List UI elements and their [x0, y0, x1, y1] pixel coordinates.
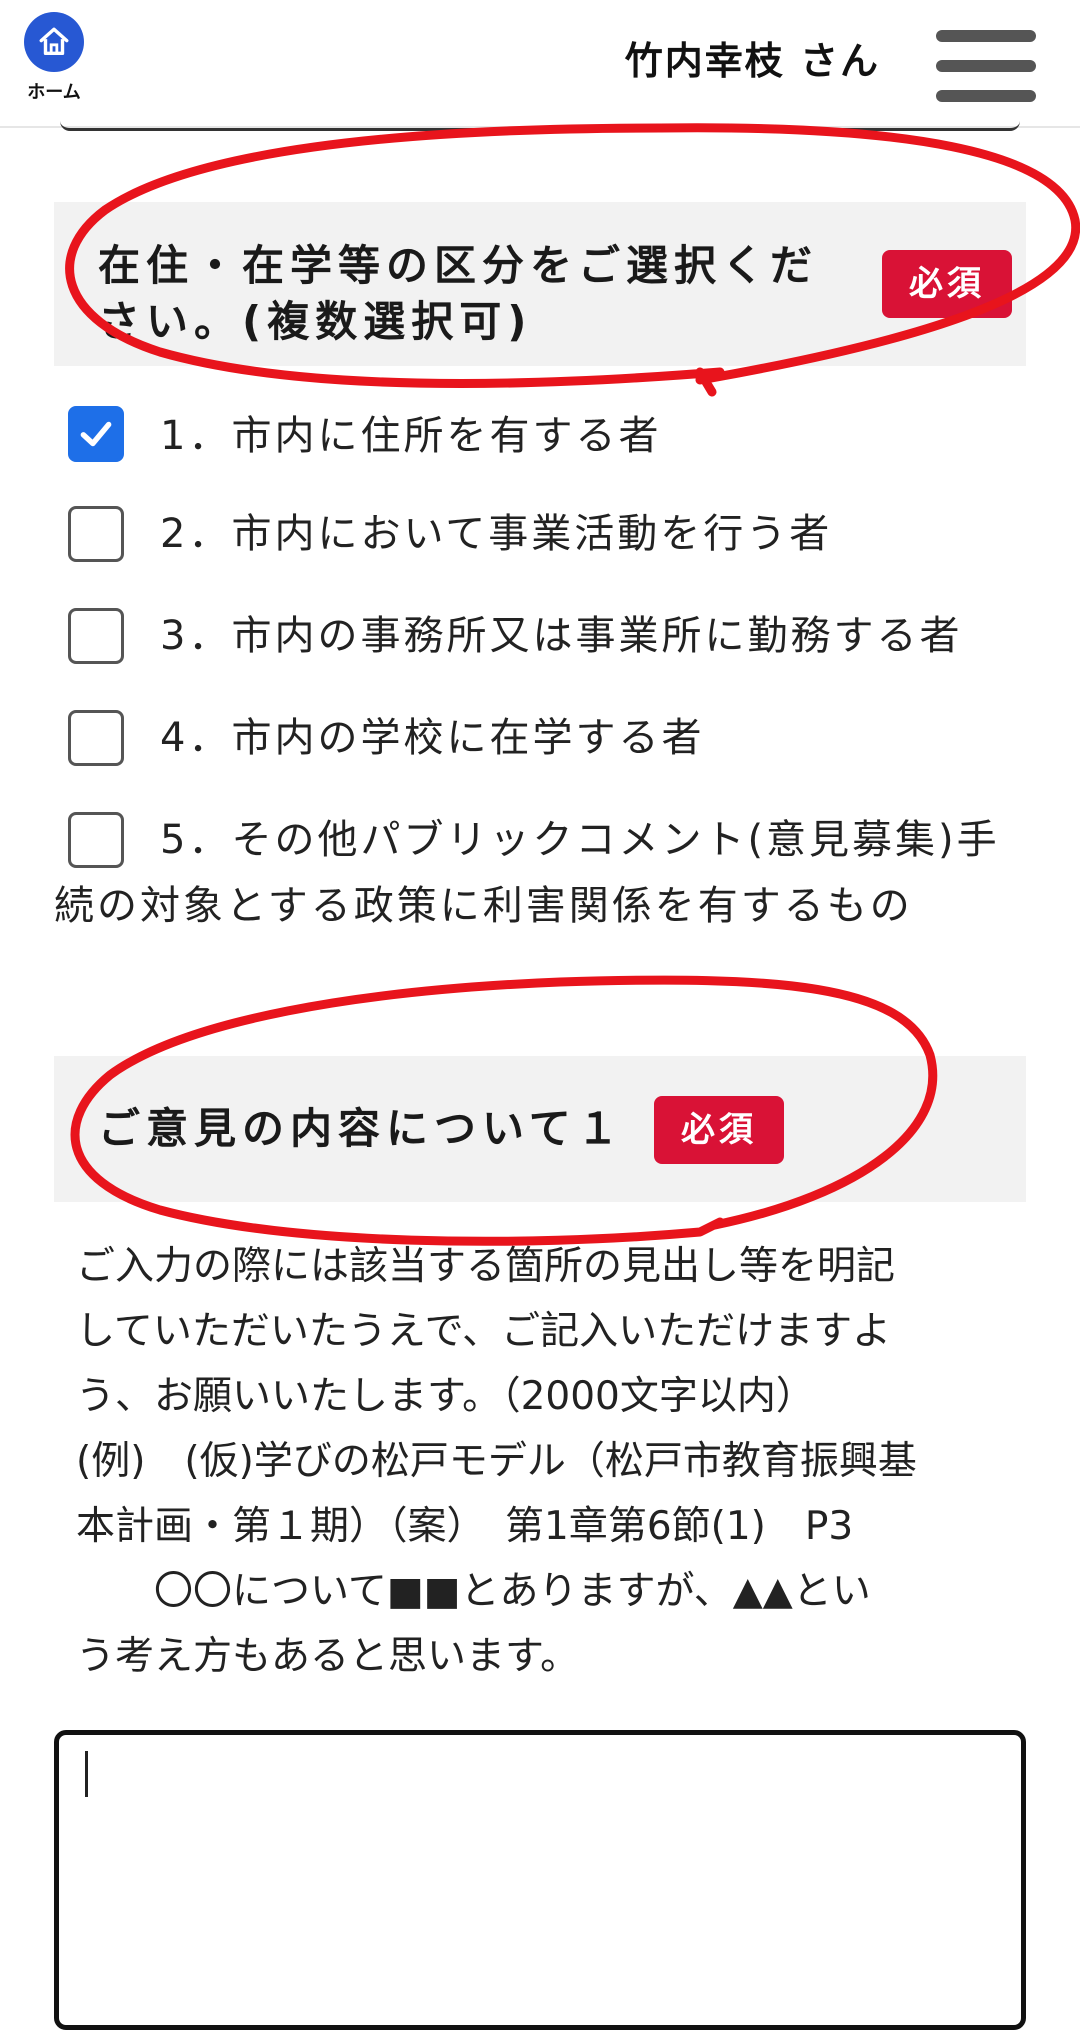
description-line: 〇〇について■■とありますが、▲▲とい	[76, 1569, 871, 1614]
option-label: 2．市内において事業活動を行う者	[160, 511, 833, 557]
question-title-line2: さい。(複数選択可)	[98, 297, 533, 346]
home-button[interactable]: ホーム	[16, 12, 92, 103]
description-line: していただいたうえで、ご記入いただけますよ	[76, 1309, 892, 1354]
checkbox[interactable]	[68, 812, 124, 868]
checkbox-checked[interactable]	[68, 406, 124, 462]
checkbox[interactable]	[68, 506, 124, 562]
option-label: 5．その他パブリックコメント(意見募集)手	[160, 817, 1000, 863]
question-title: 在住・在学等の区分をご選択くだ さい。(複数選択可)	[98, 238, 898, 350]
hamburger-menu-icon[interactable]	[936, 30, 1036, 104]
description-line: う考え方もあると思います。	[76, 1634, 580, 1679]
description-line: (例) (仮)学びの松戸モデル（松戸市教育振興基	[76, 1439, 917, 1484]
description-line: ご入力の際には該当する箇所の見出し等を明記	[76, 1244, 896, 1289]
option-label-continued: 続の対象とする政策に利害関係を有するもの	[54, 883, 913, 929]
option-label: 3．市内の事務所又は事業所に勤務する者	[160, 613, 963, 659]
required-badge: 必須	[882, 250, 1012, 318]
previous-field-bottom-edge	[60, 112, 1020, 131]
checkbox[interactable]	[68, 710, 124, 766]
check-icon	[80, 421, 112, 447]
user-name: 竹内幸枝 さん	[624, 39, 880, 83]
text-caret	[85, 1751, 88, 1797]
required-badge: 必須	[654, 1096, 784, 1164]
question-description: ご入力の際には該当する箇所の見出し等を明記 していただいたうえで、ご記入いただけ…	[76, 1234, 1016, 1689]
option-label: 1．市内に住所を有する者	[160, 413, 662, 459]
question-title-line1: 在住・在学等の区分をご選択くだ	[98, 241, 819, 290]
checkbox[interactable]	[68, 608, 124, 664]
question-residency-heading: 在住・在学等の区分をご選択くだ さい。(複数選択可) 必須	[54, 202, 1026, 366]
home-icon	[24, 12, 84, 72]
question-title: ご意見の内容について１	[98, 1104, 625, 1153]
app-header: ホーム 竹内幸枝 さん	[0, 0, 1080, 131]
description-line: う、お願いいたします。（2000文字以内）	[76, 1374, 815, 1419]
home-label: ホーム	[27, 82, 81, 103]
opinion-textarea[interactable]	[54, 1730, 1026, 2030]
description-line: 本計画・第１期）（案） 第1章第6節(1) P3	[76, 1504, 854, 1549]
question-opinion-heading: ご意見の内容について１ 必須	[54, 1056, 1026, 1202]
option-label: 4．市内の学校に在学する者	[160, 715, 705, 761]
